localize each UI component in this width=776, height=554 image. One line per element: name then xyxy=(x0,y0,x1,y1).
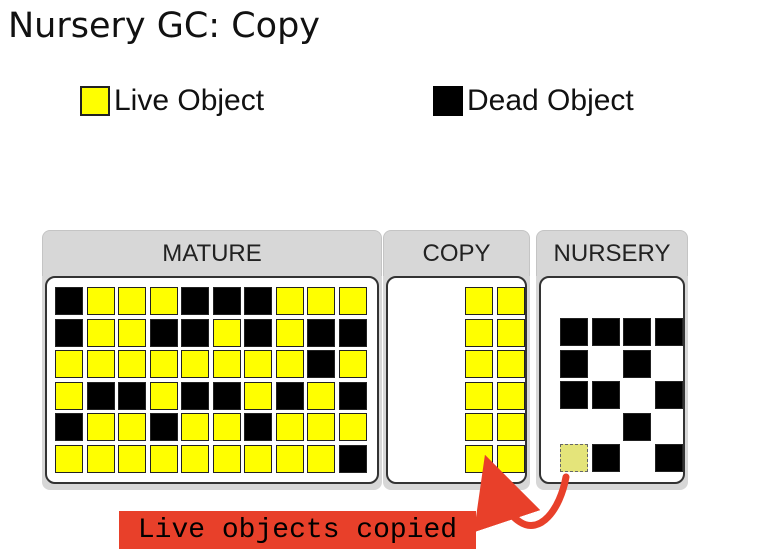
copy-arrow-icon xyxy=(473,454,570,533)
live-objects-copied-callout: Live objects copied xyxy=(119,511,476,549)
